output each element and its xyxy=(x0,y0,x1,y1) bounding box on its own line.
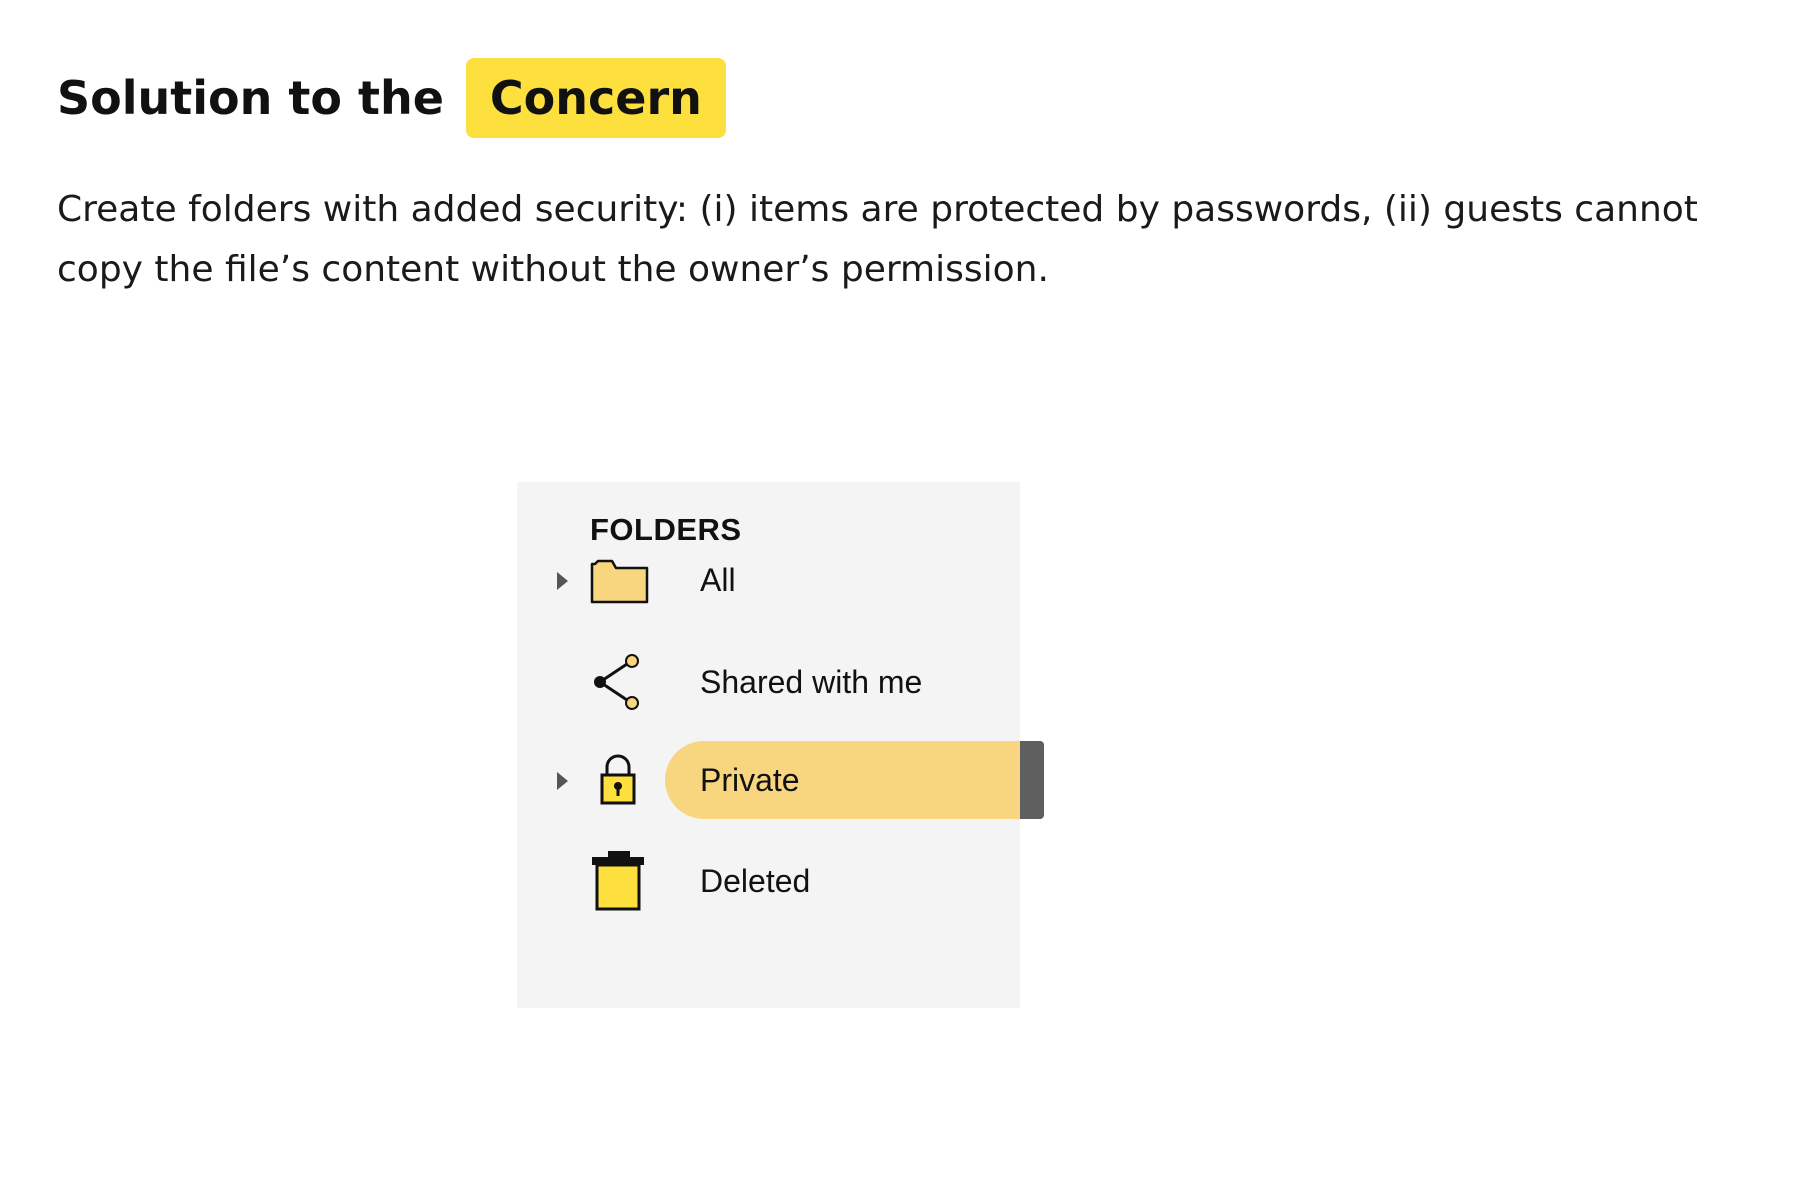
folders-panel: FOLDERS All Shared with me Private Delet… xyxy=(517,482,1044,1008)
page: Solution to the Concern Create folders w… xyxy=(0,0,1800,1200)
folder-item-all[interactable]: All xyxy=(517,541,1020,619)
share-icon xyxy=(590,654,650,710)
folder-item-deleted[interactable]: Deleted xyxy=(517,842,1020,920)
page-heading: Solution to the Concern xyxy=(57,58,726,138)
folder-icon xyxy=(590,556,650,606)
expand-caret-icon[interactable] xyxy=(557,572,568,590)
folder-item-label: All xyxy=(700,562,736,598)
folder-item-label: Deleted xyxy=(700,863,811,899)
description-text: Create folders with added security: (i) … xyxy=(57,189,1698,290)
folder-item-label: Shared with me xyxy=(700,664,923,700)
folder-item-shared[interactable]: Shared with me xyxy=(517,643,1020,721)
expand-caret-icon[interactable] xyxy=(557,772,568,790)
folder-item-label: Private xyxy=(700,762,800,798)
heading-text: Solution to the xyxy=(57,71,444,125)
trash-icon xyxy=(590,851,650,911)
selected-indicator-bar xyxy=(1020,741,1044,819)
lock-icon xyxy=(590,754,650,806)
folder-item-private[interactable]: Private xyxy=(517,741,1044,819)
heading-highlight: Concern xyxy=(465,58,726,138)
